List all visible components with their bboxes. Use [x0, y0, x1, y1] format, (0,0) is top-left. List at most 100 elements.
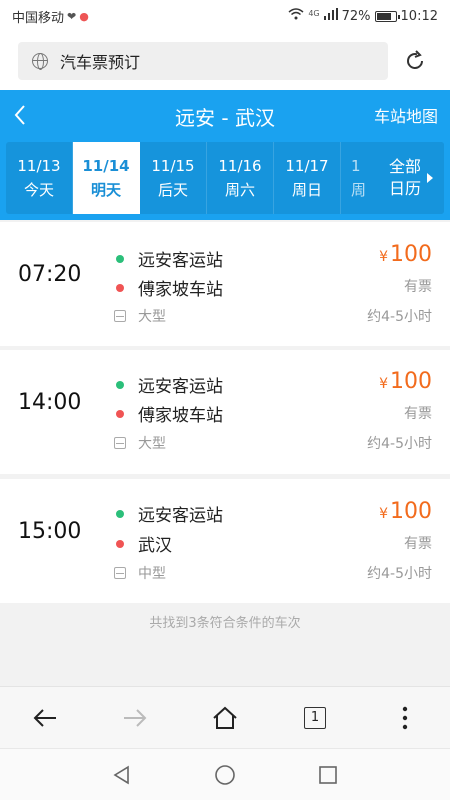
date-tab-partial[interactable]: 1 周: [341, 142, 369, 214]
square-recents-icon: [319, 765, 338, 784]
calendar-label-line2: 日历: [388, 179, 421, 198]
date-tab-label: 今天: [23, 180, 54, 199]
browser-url-bar: 汽车票预订: [0, 32, 450, 90]
more-vertical-icon: [402, 706, 408, 729]
destination-dot-icon: [116, 283, 124, 292]
back-button[interactable]: [0, 90, 40, 140]
date-tab-11-17[interactable]: 11/17 周日: [274, 142, 341, 214]
bus-icon: [114, 310, 126, 322]
date-tab-label: 明天: [90, 180, 121, 199]
system-nav-bar: [0, 748, 450, 800]
date-tab-date: 1: [351, 156, 361, 175]
calendar-label-line1: 全部: [388, 157, 421, 176]
url-field[interactable]: 汽车票预订: [18, 42, 388, 80]
origin-row: 远安客运站: [116, 501, 223, 526]
battery-icon: [374, 10, 400, 22]
bus-type: 中型: [138, 566, 166, 582]
battery-percent: 72%: [341, 8, 371, 24]
wifi-icon: [288, 8, 304, 24]
date-tab-11-13[interactable]: 11/13 今天: [6, 142, 73, 214]
date-tab-11-15[interactable]: 11/15 后天: [140, 142, 207, 214]
destination-station: 武汉: [138, 536, 172, 556]
browser-home-button[interactable]: [203, 696, 247, 740]
currency-symbol: ¥: [379, 249, 388, 265]
bus-type-row: 大型: [114, 433, 166, 453]
origin-row: 远安客运站: [116, 372, 223, 397]
heart-icon: ❤: [67, 9, 77, 23]
full-calendar-button[interactable]: 全部 日历: [378, 142, 444, 214]
ticket-row[interactable]: 14:00 远安客运站 傅家坡车站 大型 ¥ 100 有票 约4-5小时: [0, 350, 450, 474]
date-tab-label: 周六: [224, 180, 255, 199]
origin-station: 远安客运站: [138, 377, 223, 397]
network-type: 4G: [308, 8, 320, 18]
carrier-name: 中国移动: [12, 10, 65, 26]
date-tab-date: 11/17: [285, 156, 329, 175]
date-tab-11-16[interactable]: 11/16 周六: [207, 142, 274, 214]
bus-type-row: 大型: [114, 306, 166, 326]
date-tab-date: 11/15: [151, 156, 195, 175]
origin-dot-icon: [116, 509, 124, 518]
route-header: 远安 - 武汉 车站地图 11/13 今天 11/14 明天 11/15 后天 …: [0, 90, 450, 220]
duration: 约4-5小时: [367, 566, 432, 582]
duration: 约4-5小时: [367, 436, 432, 452]
currency-symbol: ¥: [379, 376, 388, 392]
departure-time: 15:00: [18, 519, 82, 544]
destination-station: 傅家坡车站: [138, 280, 223, 300]
availability: 有票: [404, 536, 432, 552]
globe-icon: [32, 53, 48, 70]
destination-dot-icon: [116, 409, 124, 418]
system-back-button[interactable]: [100, 753, 144, 797]
price-value: 100: [390, 369, 432, 394]
destination-row: 武汉: [116, 531, 172, 556]
origin-dot-icon: [116, 380, 124, 389]
ticket-row[interactable]: 15:00 远安客运站 武汉 中型 ¥ 100 有票 约4-5小时: [0, 479, 450, 603]
date-selector: 11/13 今天 11/14 明天 11/15 后天 11/16 周六 11/1…: [6, 142, 444, 214]
station-map-link[interactable]: 车站地图: [374, 103, 450, 127]
origin-row: 远安客运站: [116, 246, 223, 271]
clock: 10:12: [400, 8, 438, 24]
circle-home-icon: [215, 764, 235, 785]
destination-row: 傅家坡车站: [116, 275, 223, 300]
result-count-note: 共找到3条符合条件的车次: [149, 616, 301, 631]
arrow-left-icon: [33, 708, 56, 727]
reload-button[interactable]: [402, 48, 428, 74]
location-pin-icon: ●: [79, 9, 89, 23]
date-tab-date: 11/16: [218, 156, 262, 175]
price-value: 100: [390, 499, 432, 524]
browser-menu-button[interactable]: [383, 696, 427, 740]
origin-dot-icon: [116, 254, 124, 263]
browser-tabs-button[interactable]: 1: [293, 696, 337, 740]
currency-symbol: ¥: [379, 506, 388, 522]
destination-station: 傅家坡车站: [138, 406, 223, 426]
destination-row: 傅家坡车站: [116, 401, 223, 426]
bus-type: 大型: [138, 436, 166, 452]
system-recents-button[interactable]: [306, 753, 350, 797]
departure-time: 07:20: [18, 262, 82, 287]
arrow-right-icon: [427, 173, 433, 183]
date-tab-date: 11/14: [82, 156, 130, 175]
bus-type: 大型: [138, 309, 166, 325]
browser-back-button[interactable]: [23, 696, 67, 740]
bus-type-row: 中型: [114, 563, 166, 583]
date-tab-11-14[interactable]: 11/14 明天: [73, 142, 140, 214]
origin-station: 远安客运站: [138, 506, 223, 526]
status-bar: 中国移动 ❤ ● 4G 72% 10:12: [0, 0, 450, 32]
availability: 有票: [404, 406, 432, 422]
destination-dot-icon: [116, 539, 124, 548]
system-home-button[interactable]: [203, 753, 247, 797]
date-tab-label: 周: [351, 180, 367, 199]
price: ¥ 100: [379, 242, 432, 267]
price: ¥ 100: [379, 369, 432, 394]
signal-icon: [323, 8, 338, 24]
ticket-row[interactable]: 07:20 远安客运站 傅家坡车站 大型 ¥ 100 有票 约4-5小时: [0, 222, 450, 346]
date-tab-date: 11/13: [17, 156, 61, 175]
bus-icon: [114, 437, 126, 449]
browser-forward-button[interactable]: [113, 696, 157, 740]
arrow-right-icon: [124, 708, 147, 727]
departure-time: 14:00: [18, 390, 82, 415]
back-chevron-icon: [14, 105, 25, 125]
bus-icon: [114, 567, 126, 579]
price-value: 100: [390, 242, 432, 267]
triangle-back-icon: [113, 765, 129, 784]
browser-toolbar: 1: [0, 686, 450, 748]
